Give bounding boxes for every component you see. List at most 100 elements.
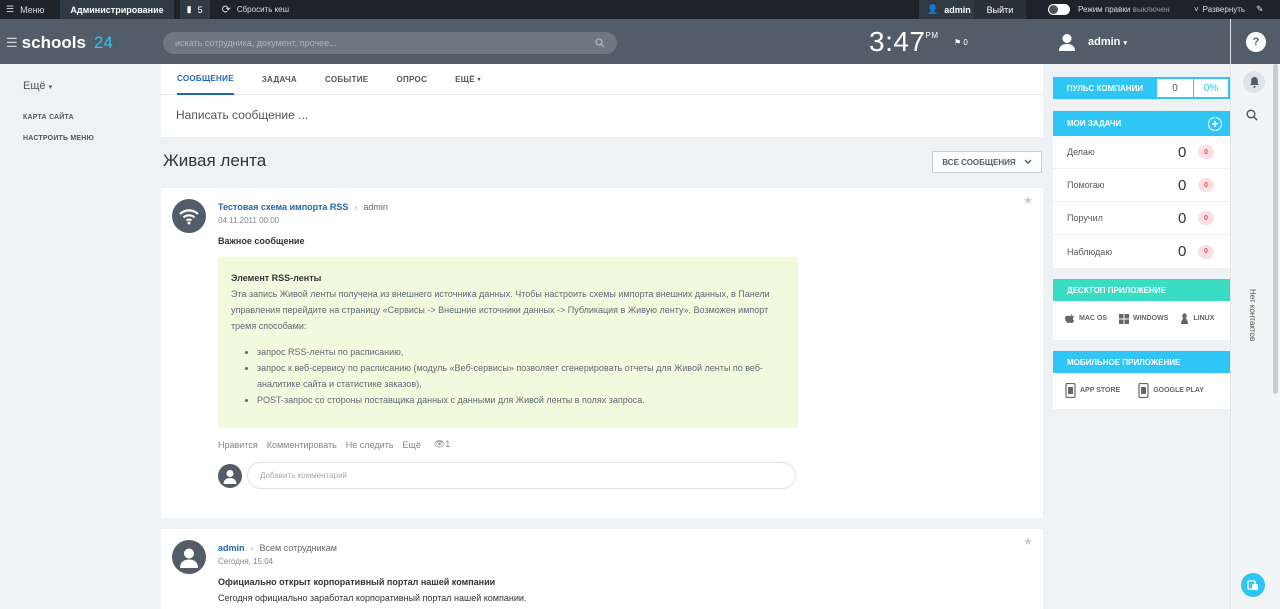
post-title: Официально открыт корпоративный портал н…: [218, 577, 496, 587]
star-icon[interactable]: ★: [1023, 535, 1033, 548]
post-destination[interactable]: Всем сотрудникам: [260, 543, 337, 553]
phone-icon: [1065, 383, 1076, 398]
macos-label: MAC OS: [1079, 315, 1107, 322]
exit-button[interactable]: Выйти: [974, 0, 1026, 19]
pin-icon[interactable]: ✎: [1250, 0, 1270, 19]
search-icon[interactable]: [595, 38, 605, 48]
sitemap-link[interactable]: КАРТА САЙТА: [23, 114, 74, 121]
add-task-icon[interactable]: +: [1208, 116, 1222, 131]
post-title: Важное сообщение: [218, 236, 305, 246]
mobile-app-header: МОБИЛЬНОЕ ПРИЛОЖЕНИЕ: [1053, 351, 1230, 373]
configure-menu-link[interactable]: НАСТРОИТЬ МЕНЮ: [23, 135, 94, 142]
chat-icon[interactable]: [1241, 573, 1265, 597]
app-store-link[interactable]: APP STORE: [1065, 383, 1120, 398]
post-author-link[interactable]: admin: [218, 543, 245, 553]
logo[interactable]: ☰ schools 24: [6, 33, 113, 53]
comment-link[interactable]: Комментировать: [267, 440, 337, 450]
desktop-app-widget: ДЕСКТОП ПРИЛОЖЕНИЕ MAC OS WINDOWS LINUX: [1053, 279, 1230, 340]
reset-cache-button[interactable]: ⟳ Сбросить кеш: [216, 0, 295, 19]
google-play-link[interactable]: GOOGLE PLAY: [1138, 383, 1204, 398]
header-user-name: admin: [1088, 36, 1121, 48]
chevron-right-icon: ›: [354, 202, 358, 212]
macos-link[interactable]: MAC OS: [1065, 313, 1107, 324]
my-tasks-widget: МОИ ЗАДАЧИ + Делаю 0 0 Помогаю 0 0 Поруч…: [1053, 111, 1230, 268]
android-phone-icon: [1138, 383, 1149, 398]
search-placeholder: искать сотрудника, документ, прочее...: [175, 38, 337, 48]
tab-message[interactable]: СООБЩЕНИЕ: [177, 64, 234, 95]
search-input[interactable]: искать сотрудника, документ, прочее...: [163, 32, 617, 54]
topbar-user-name: admin: [944, 4, 971, 15]
composer-tabs: СООБЩЕНИЕ ЗАДАЧА СОБЫТИЕ ОПРОС ЕЩЁ ▾: [161, 64, 1043, 95]
comment-input[interactable]: Добавить комментарий: [247, 462, 796, 489]
unfollow-link[interactable]: Не следить: [346, 440, 394, 450]
notifications-button[interactable]: ▮ 5: [179, 0, 210, 19]
company-pulse-widget[interactable]: ПУЛЬС КОМПАНИИ 0 0%: [1053, 77, 1230, 99]
edit-mode-state: выключен: [1132, 5, 1170, 14]
task-row-label: Наблюдаю: [1067, 246, 1113, 257]
task-row-doing[interactable]: Делаю 0 0: [1053, 136, 1230, 169]
edit-mode-toggle[interactable]: Режим правки выключен: [1042, 0, 1176, 19]
rss-heading: Элемент RSS-ленты: [231, 273, 322, 283]
tasks-header[interactable]: МОИ ЗАДАЧИ +: [1053, 111, 1230, 136]
post-composer: СООБЩЕНИЕ ЗАДАЧА СОБЫТИЕ ОПРОС ЕЩЁ ▾ Нап…: [161, 64, 1043, 137]
task-row-helping[interactable]: Помогаю 0 0: [1053, 169, 1230, 202]
tab-event[interactable]: СОБЫТИЕ: [325, 64, 368, 95]
task-row-count: 0: [1178, 209, 1187, 227]
feed-filter-dropdown[interactable]: ВСЕ СООБЩЕНИЯ: [932, 151, 1042, 173]
flag-icon: ⚑: [954, 38, 962, 47]
star-icon[interactable]: ★: [1023, 194, 1033, 207]
reset-cache-label: Сбросить кеш: [236, 5, 290, 14]
toggle-switch[interactable]: [1048, 4, 1070, 15]
admin-topbar: ☰ Меню Администрирование ▮ 5 ⟳ Сбросить …: [0, 0, 1280, 19]
clock: 3:47PM: [869, 26, 939, 58]
message-input[interactable]: Написать сообщение ...: [176, 108, 308, 122]
menu-button[interactable]: ☰ Меню: [0, 0, 50, 19]
user-menu[interactable]: admin ▾: [1058, 33, 1127, 51]
post-date: Сегодня, 15:04: [218, 557, 274, 566]
help-icon[interactable]: ?: [1246, 31, 1266, 52]
flag-counter[interactable]: ⚑ 0: [954, 38, 968, 47]
linux-link[interactable]: LINUX: [1180, 313, 1214, 324]
more-menu-button[interactable]: Ещё ▾: [23, 80, 52, 92]
task-row-count: 0: [1178, 176, 1187, 194]
expand-button[interactable]: ˅ Развернуть: [1188, 0, 1251, 19]
more-link[interactable]: Ещё: [402, 440, 420, 450]
windows-link[interactable]: WINDOWS: [1119, 313, 1168, 324]
pulse-percent: 0%: [1194, 79, 1228, 97]
bell-icon[interactable]: [1243, 71, 1265, 93]
chevron-down-icon: ▾: [1123, 40, 1127, 47]
tab-more[interactable]: ЕЩЁ ▾: [455, 64, 481, 95]
tab-task[interactable]: ЗАДАЧА: [262, 64, 297, 95]
list-item: запрос RSS-ленты по расписанию,: [257, 344, 785, 360]
post-actions: Нравится Комментировать Не следить Ещё 👁…: [218, 439, 450, 450]
user-icon: 👤: [927, 4, 939, 14]
topbar-user-button[interactable]: 👤 admin: [919, 0, 979, 19]
task-row-label: Делаю: [1067, 147, 1095, 157]
hamburger-icon: ☰: [6, 4, 15, 14]
feed-post: admin › Всем сотрудникам Сегодня, 15:04 …: [161, 529, 1043, 609]
views-counter: 👁1: [434, 439, 450, 450]
logo-text: schools: [21, 33, 86, 52]
pulse-value: 0: [1157, 79, 1193, 97]
post-destination[interactable]: admin: [363, 202, 388, 212]
linux-icon: [1181, 313, 1189, 324]
left-menu: Ещё ▾ КАРТА САЙТА НАСТРОИТЬ МЕНЮ: [0, 64, 160, 609]
hamburger-icon[interactable]: ☰: [6, 35, 18, 51]
no-contacts-label: Нет контактов: [1248, 289, 1257, 342]
post-author-link[interactable]: Тестовая схема импорта RSS: [218, 202, 348, 212]
like-link[interactable]: Нравится: [218, 440, 258, 450]
task-row-assigned[interactable]: Поручил 0 0: [1053, 202, 1230, 235]
tab-poll[interactable]: ОПРОС: [396, 64, 427, 95]
tasks-title: МОИ ЗАДАЧИ: [1067, 119, 1122, 128]
post-text: Сегодня официально заработал корпоративн…: [218, 593, 527, 603]
google-play-label: GOOGLE PLAY: [1153, 387, 1204, 394]
chevron-down-icon: ˅: [1194, 5, 1199, 14]
feed-post: Тестовая схема импорта RSS › admin 04.11…: [161, 188, 1043, 518]
task-row-watching[interactable]: Наблюдаю 0 0: [1053, 235, 1230, 268]
administration-button[interactable]: Администрирование: [60, 0, 174, 19]
more-label: Ещё: [23, 80, 46, 92]
search-icon[interactable]: [1246, 109, 1258, 121]
chevron-down-icon: [1024, 159, 1032, 164]
scrollbar[interactable]: [1273, 64, 1278, 394]
apple-icon: [1065, 314, 1075, 323]
